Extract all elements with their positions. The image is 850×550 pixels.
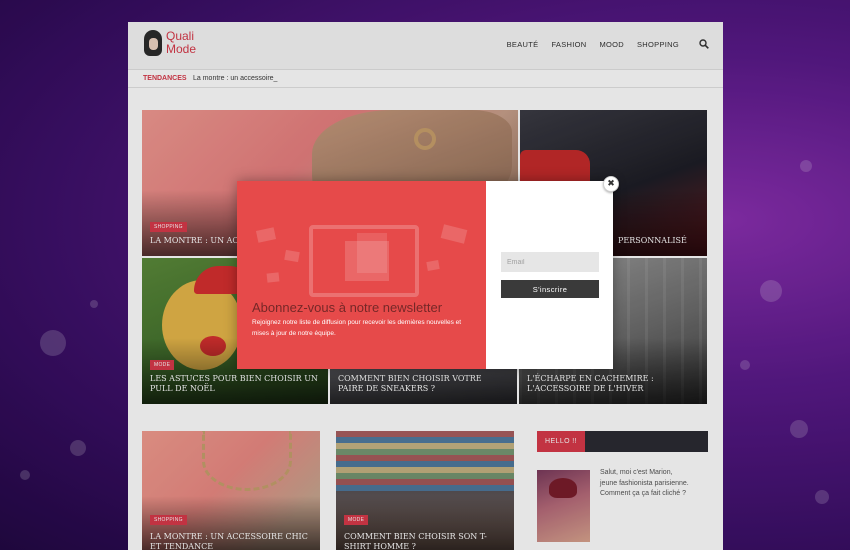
- popup-form-panel: S'inscrire: [486, 181, 613, 369]
- card-title[interactable]: PERSONNALISÉ: [618, 236, 699, 246]
- card-title[interactable]: COMMENT BIEN CHOISIR VOTRE PAIRE DE SNEA…: [338, 374, 509, 394]
- logo-face-icon: [144, 30, 162, 56]
- newsletter-illustration-icon: [309, 225, 419, 297]
- background-bokeh: [70, 440, 86, 456]
- popup-subtitle: Rejoignez notre liste de diffusion pour …: [252, 319, 462, 337]
- nav-item-beaute[interactable]: BEAUTÉ: [507, 40, 539, 49]
- background-bokeh: [40, 330, 66, 356]
- subscribe-button[interactable]: S'inscrire: [501, 280, 599, 298]
- close-icon[interactable]: ✖: [603, 176, 619, 192]
- newsletter-popup: Abonnez-vous à notre newsletter Rejoigne…: [237, 181, 613, 369]
- site-logo[interactable]: Quali Mode: [144, 29, 204, 63]
- trending-ticker: TENDANCES La montre : un accessoire_: [128, 70, 723, 88]
- site-header: Quali Mode BEAUTÉ FASHION MOOD SHOPPING: [128, 22, 723, 70]
- sidebar-heading: HELLO !!: [537, 431, 585, 452]
- background-bokeh: [20, 470, 30, 480]
- search-icon[interactable]: [699, 39, 709, 49]
- sidebar-widget-header: HELLO !!: [537, 431, 708, 452]
- category-badge[interactable]: MODE: [344, 515, 369, 525]
- category-badge[interactable]: SHOPPING: [150, 515, 187, 525]
- ticker-label: TENDANCES: [143, 75, 187, 82]
- logo-line-2: Mode: [166, 42, 197, 56]
- ticker-link[interactable]: La montre : un accessoire_: [193, 75, 277, 82]
- main-nav: BEAUTÉ FASHION MOOD SHOPPING: [494, 39, 709, 49]
- popup-title: Abonnez-vous à notre newsletter: [252, 300, 443, 315]
- nav-item-mood[interactable]: MOOD: [599, 40, 624, 49]
- background-bokeh: [790, 420, 808, 438]
- background-bokeh: [815, 490, 829, 504]
- background-bokeh: [760, 280, 782, 302]
- category-badge[interactable]: MODE: [150, 360, 175, 370]
- card-title[interactable]: L'ÉCHARPE EN CACHEMIRE : L'ACCESSOIRE DE…: [527, 374, 699, 394]
- post-card-tshirt[interactable]: MODE COMMENT BIEN CHOISIR SON T-SHIRT HO…: [336, 431, 514, 550]
- card-title[interactable]: COMMENT BIEN CHOISIR SON T-SHIRT HOMME ?: [344, 532, 506, 550]
- background-bokeh: [90, 300, 98, 308]
- nav-item-shopping[interactable]: SHOPPING: [637, 40, 679, 49]
- post-card-watch[interactable]: SHOPPING LA MONTRE : UN ACCESSOIRE CHIC …: [142, 431, 320, 550]
- category-badge[interactable]: SHOPPING: [150, 222, 187, 232]
- email-input[interactable]: [501, 252, 599, 272]
- background-bokeh: [800, 160, 812, 172]
- author-bio: Salut, moi c'est Marion, jeune fashionis…: [600, 469, 689, 497]
- card-title[interactable]: LA MONTRE : UN ACCESSOIRE CHIC ET TENDAN…: [150, 532, 312, 550]
- background-bokeh: [740, 360, 750, 370]
- author-photo: [537, 470, 590, 542]
- card-title[interactable]: LES ASTUCES POUR BIEN CHOISIR UN PULL DE…: [150, 374, 320, 394]
- popup-promo-panel: Abonnez-vous à notre newsletter Rejoigne…: [237, 181, 486, 369]
- nav-item-fashion[interactable]: FASHION: [551, 40, 586, 49]
